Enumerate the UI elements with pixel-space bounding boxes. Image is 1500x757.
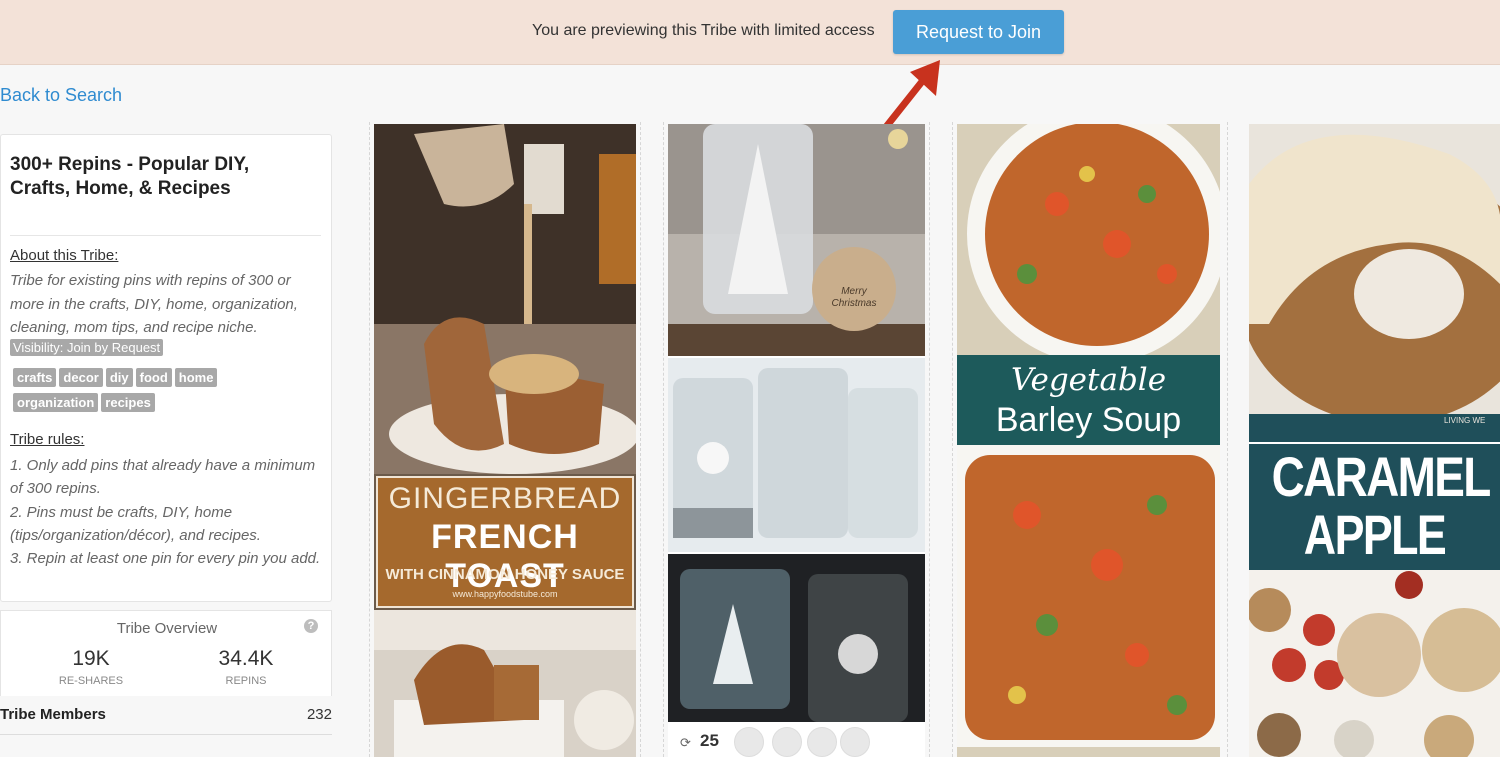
pin-title-line1: CARAMEL (1271, 445, 1492, 508)
about-heading: About this Tribe: (10, 247, 119, 264)
pin-gingerbread-french-toast[interactable]: GINGERBREAD FRENCH TOAST WITH CINNAMON H… (374, 124, 636, 757)
back-to-search-link[interactable]: Back to Search (0, 85, 122, 106)
request-to-join-button[interactable]: Request to Join (893, 10, 1064, 54)
repins-label: REPINS (225, 675, 267, 687)
tag-list: crafts decor diy food home organization recipe… (13, 368, 313, 418)
overview-title: Tribe Overview (116, 620, 218, 637)
soup-photo-bottom (957, 445, 1220, 757)
pin-snowglobe-jars[interactable]: Merry Christmas (668, 124, 925, 722)
tribe-members-row[interactable]: Tribe Members 232 (0, 696, 332, 735)
soup-photo-top (957, 124, 1220, 364)
pin-title-line2: Barley Soup (995, 401, 1182, 439)
tag-decor[interactable]: decor (59, 368, 103, 387)
avatar[interactable] (840, 727, 870, 757)
divider (10, 235, 321, 236)
tag-recipes[interactable]: recipes (101, 393, 155, 412)
snowglobe-photo-bottom (668, 554, 925, 722)
pin-stats-footer: ⟳ 25 (668, 722, 925, 757)
pin-title-line1: Vegetable (1010, 362, 1167, 398)
repins-value: 34.4K (218, 647, 274, 670)
snowglobe-photo-top (668, 124, 925, 356)
reshares-label: RE-SHARES (58, 675, 124, 687)
tag-crafts[interactable]: crafts (13, 368, 57, 387)
rule-item: 3. Repin at least one pin for every pin … (10, 550, 321, 568)
avatar[interactable] (734, 727, 764, 757)
cake-title-band: CARAMEL APPLE CAKE (1249, 444, 1500, 631)
cake-watermark: LIVING WE (1444, 416, 1486, 425)
rule-item: 1. Only add pins that already have a min… (10, 457, 316, 498)
members-label: Tribe Members (0, 706, 106, 723)
pin-title-line3: WITH CINNAMON HONEY SAUCE (385, 566, 625, 583)
preview-banner: You are previewing this Tribe with limit… (0, 0, 1500, 65)
tag-home[interactable]: home (174, 368, 218, 387)
avatar[interactable] (807, 727, 837, 757)
members-count: 232 (306, 706, 332, 723)
pin-title-line2: FRENCH TOAST (431, 518, 579, 595)
tag-organization[interactable]: organization (13, 393, 99, 412)
snowglobe-photo-mid (668, 358, 925, 552)
rules-list: 1. Only add pins that already have a min… (10, 454, 328, 570)
avatar[interactable] (772, 727, 802, 757)
about-description: Tribe for existing pins with repins of 3… (10, 272, 298, 336)
pin-caramel-apple-cake[interactable]: LIVING WE CARAMEL APPLE CAKE (1249, 124, 1500, 757)
soup-title-band: Vegetable Barley Soup (957, 355, 1220, 445)
tag-diy[interactable]: diy (105, 368, 133, 387)
repin-count: 25 (700, 731, 719, 750)
tribe-overview-card: Tribe Overview ? 19K RE-SHARES 34.4K REP… (0, 610, 332, 696)
pin-source-url: www.happyfoodstube.com (452, 589, 558, 599)
pin-vegetable-barley-soup[interactable]: Vegetable Barley Soup (957, 124, 1220, 757)
reshares-value: 19K (72, 647, 110, 670)
preview-notice: You are previewing this Tribe with limit… (532, 22, 875, 39)
tribe-info-card: 300+ Repins - Popular DIY, Crafts, Home,… (0, 134, 332, 602)
pin-title-line1: GINGERBREAD (388, 482, 622, 515)
rules-heading: Tribe rules: (10, 431, 85, 448)
cake-ingredients-photo (1249, 570, 1500, 757)
rule-item: 2. Pins must be crafts, DIY, home (tips/… (10, 503, 261, 544)
tag-food[interactable]: food (135, 368, 172, 387)
cake-photo (1249, 124, 1500, 442)
repin-icon: ⟳ (680, 735, 691, 750)
gingerbread-title-band: GINGERBREAD FRENCH TOAST WITH CINNAMON H… (376, 476, 634, 608)
visibility-badge: Visibility: Join by Request (10, 339, 164, 356)
gift-tag-text: Merry Christmas (831, 286, 877, 309)
gingerbread-photo-bottom (374, 610, 636, 757)
tribe-title: 300+ Repins - Popular DIY, Crafts, Home,… (10, 154, 250, 199)
help-icon[interactable]: ? (304, 619, 318, 633)
